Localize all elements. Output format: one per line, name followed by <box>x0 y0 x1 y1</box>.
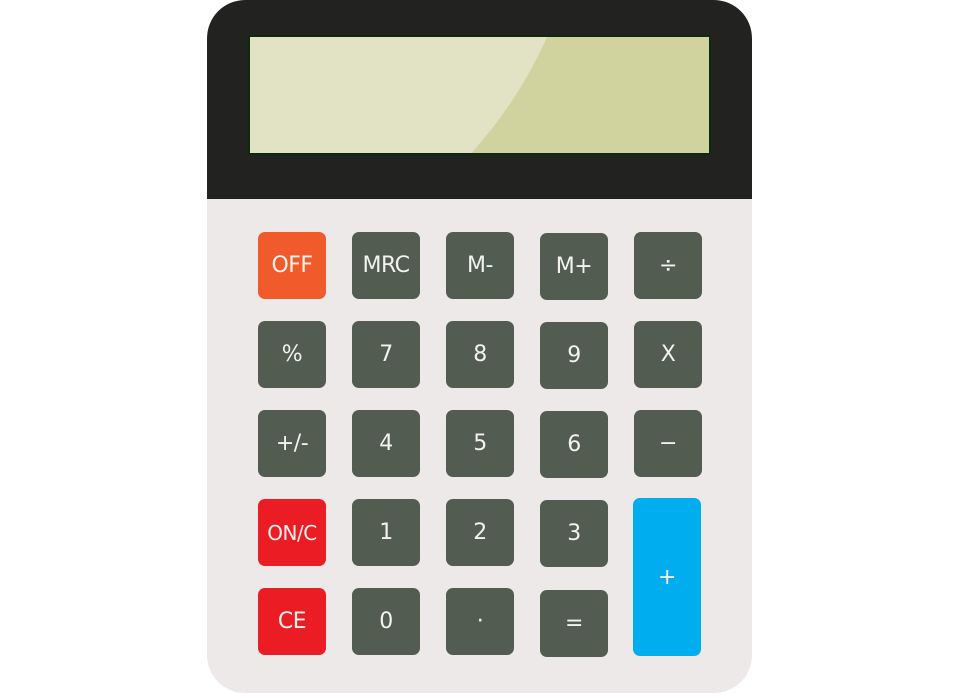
decimal-point-button[interactable]: · <box>446 588 514 655</box>
display-bezel <box>207 0 752 199</box>
digit-3-button[interactable]: 3 <box>540 500 608 567</box>
digit-2-button[interactable]: 2 <box>446 499 514 566</box>
digit-8-button[interactable]: 8 <box>446 321 514 388</box>
equals-button[interactable]: = <box>540 590 608 657</box>
screen-glare <box>250 37 547 153</box>
digit-7-button[interactable]: 7 <box>352 321 420 388</box>
off-button[interactable]: OFF <box>258 232 326 299</box>
percent-button[interactable]: % <box>258 321 326 388</box>
memory-minus-button[interactable]: M- <box>446 232 514 299</box>
digit-0-button[interactable]: 0 <box>352 588 420 655</box>
memory-plus-button[interactable]: M+ <box>540 233 608 300</box>
calculator-body: OFF MRC M- M+ ÷ % 7 8 9 X +/- 4 5 6 − ON… <box>207 0 752 693</box>
digit-4-button[interactable]: 4 <box>352 410 420 477</box>
divide-button[interactable]: ÷ <box>634 232 702 299</box>
digit-6-button[interactable]: 6 <box>540 411 608 478</box>
clear-entry-button[interactable]: CE <box>258 588 326 655</box>
digit-5-button[interactable]: 5 <box>446 410 514 477</box>
minus-button[interactable]: − <box>634 410 702 477</box>
on-clear-button[interactable]: ON/C <box>258 499 326 566</box>
plus-button[interactable]: + <box>633 498 701 656</box>
digit-1-button[interactable]: 1 <box>352 499 420 566</box>
memory-recall-button[interactable]: MRC <box>352 232 420 299</box>
lcd-screen <box>248 35 711 155</box>
plus-minus-button[interactable]: +/- <box>258 410 326 477</box>
multiply-button[interactable]: X <box>634 321 702 388</box>
digit-9-button[interactable]: 9 <box>540 322 608 389</box>
